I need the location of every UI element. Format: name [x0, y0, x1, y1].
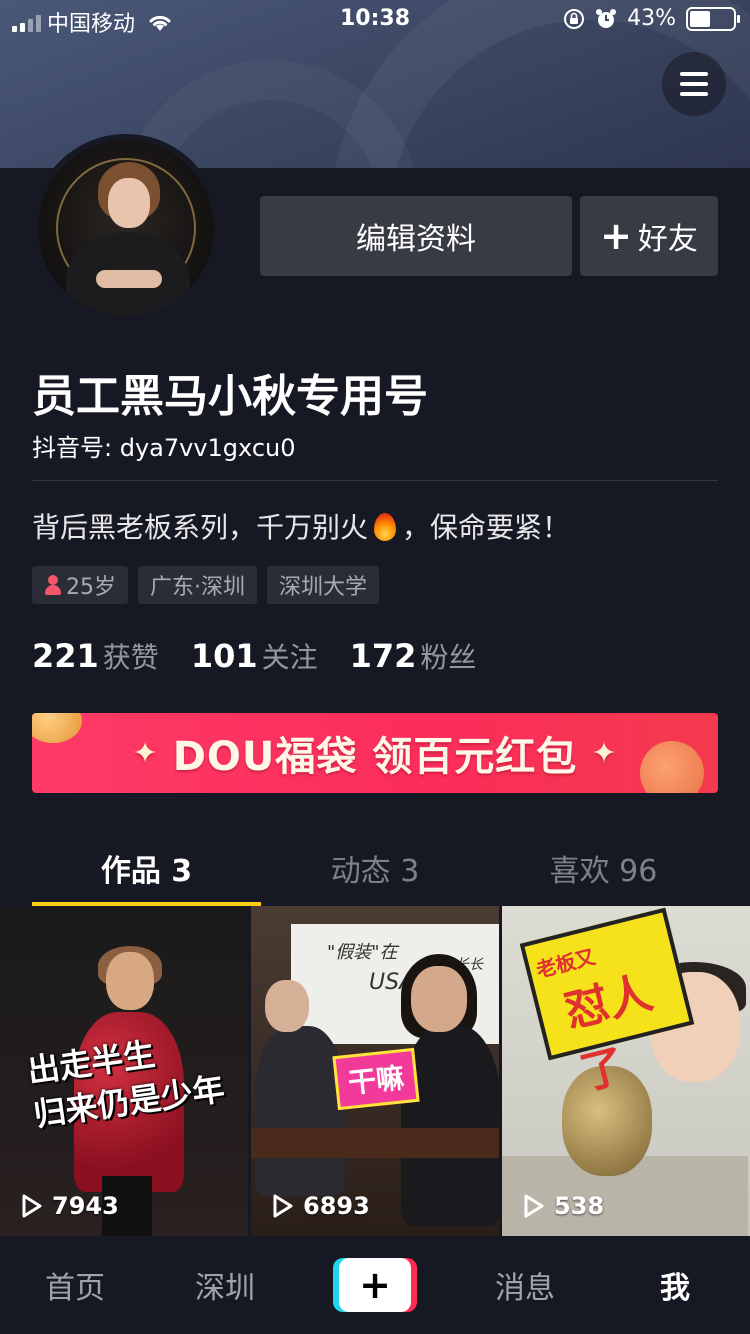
bottom-nav: 首页 深圳 + 消息 我 — [0, 1236, 750, 1334]
profile-stats: 221 获赞 101 关注 172 粉丝 — [32, 636, 476, 676]
female-icon — [44, 575, 62, 595]
board-text: "假装"在 — [327, 942, 398, 963]
add-friend-button[interactable]: + 好友 — [580, 196, 718, 276]
stat-following-number: 101 — [190, 637, 258, 675]
play-count-value: 6893 — [303, 1192, 370, 1220]
video-thumbnail[interactable]: "假装"在 USA 超长长长 干嘛 6893 — [251, 906, 499, 1236]
dou-lucky-bag-banner[interactable]: ✦ DOU福袋 领百元红包 ✦ — [32, 713, 718, 793]
video-thumbnail[interactable]: 出走半生 归来仍是少年 7943 — [0, 906, 248, 1236]
coin-decoration — [32, 713, 82, 743]
profile-tags: 25岁 广东·深圳 深圳大学 — [32, 566, 380, 604]
tag-school: 深圳大学 — [267, 566, 380, 604]
play-count-value: 7943 — [52, 1192, 119, 1220]
promo-label: DOU福袋 领百元红包 — [172, 734, 578, 780]
battery-percent: 43% — [627, 6, 676, 31]
plus-icon: + — [339, 1258, 411, 1312]
profile-bio: 背后黑老板系列，千万别火 ，保命要紧！ — [32, 506, 570, 546]
play-count-value: 538 — [554, 1192, 605, 1220]
play-outline-icon — [524, 1194, 544, 1218]
profile-name: 员工黑马小秋专用号 — [32, 371, 428, 422]
stat-likes[interactable]: 221 获赞 — [32, 636, 159, 676]
nav-messages[interactable]: 消息 — [450, 1263, 600, 1307]
nav-home[interactable]: 首页 — [0, 1263, 150, 1307]
stat-following[interactable]: 101 关注 — [191, 636, 318, 676]
avatar[interactable] — [32, 134, 220, 322]
bio-text: ，保命要紧！ — [402, 511, 571, 544]
play-count: 6893 — [271, 1192, 370, 1220]
divider — [32, 480, 718, 481]
avatar-image — [38, 140, 214, 316]
tab-moments[interactable]: 动态 3 — [261, 830, 489, 906]
tag-age: 25岁 — [32, 566, 128, 604]
stat-likes-number: 221 — [32, 637, 99, 675]
fire-emoji-icon — [372, 509, 398, 541]
tag-age-label: 25岁 — [66, 575, 116, 600]
play-outline-icon — [22, 1194, 42, 1218]
nav-city[interactable]: 深圳 — [150, 1263, 300, 1307]
add-friend-label: 好友 — [637, 222, 698, 257]
hamburger-menu-icon[interactable] — [662, 52, 726, 116]
tab-works[interactable]: 作品 3 — [32, 830, 261, 906]
play-count: 7943 — [20, 1192, 119, 1220]
tab-likes[interactable]: 喜欢 96 — [489, 830, 718, 906]
video-grid: 出走半生 归来仍是少年 7943 "假装"在 USA 超长长长 干嘛 6893 … — [0, 906, 750, 1236]
video-thumbnail[interactable]: 老板又 怼人了 538 — [502, 906, 750, 1236]
stat-likes-label: 获赞 — [102, 641, 159, 674]
nav-create[interactable]: + — [300, 1258, 450, 1312]
coin-decoration — [640, 741, 704, 793]
douyin-id[interactable]: 抖音号: dya7vv1gxcu0 — [32, 428, 296, 463]
status-bar: 中国移动 10:38 43% — [0, 0, 750, 40]
stat-followers-number: 172 — [349, 637, 417, 675]
tag-location: 广东·深圳 — [138, 566, 257, 604]
sparkle-icon: ✦ — [591, 735, 618, 771]
bio-text: 背后黑老板系列，千万别火 — [32, 511, 369, 544]
nav-me[interactable]: 我 — [600, 1263, 750, 1307]
video-sign: 老板又 怼人了 — [519, 907, 695, 1100]
profile-tabs: 作品 3 动态 3 喜欢 96 — [32, 830, 718, 906]
promo-text: ✦ DOU福袋 领百元红包 ✦ — [133, 724, 618, 782]
create-button[interactable]: + — [333, 1258, 417, 1312]
play-outline-icon — [273, 1194, 293, 1218]
orientation-lock-icon — [564, 8, 585, 29]
edit-profile-button[interactable]: 编辑资料 — [260, 196, 572, 276]
alarm-icon — [596, 8, 617, 28]
video-sticker: 干嘛 — [332, 1047, 420, 1111]
stat-followers-label: 粉丝 — [420, 641, 477, 674]
stat-followers[interactable]: 172 粉丝 — [350, 636, 477, 676]
video-caption: 出走半生 归来仍是少年 — [25, 1023, 227, 1137]
play-count: 538 — [522, 1192, 604, 1220]
battery-icon — [686, 6, 740, 31]
status-right: 43% — [563, 6, 740, 31]
stat-following-label: 关注 — [261, 641, 318, 674]
sparkle-icon: ✦ — [132, 735, 159, 771]
plus-icon: + — [600, 214, 632, 258]
